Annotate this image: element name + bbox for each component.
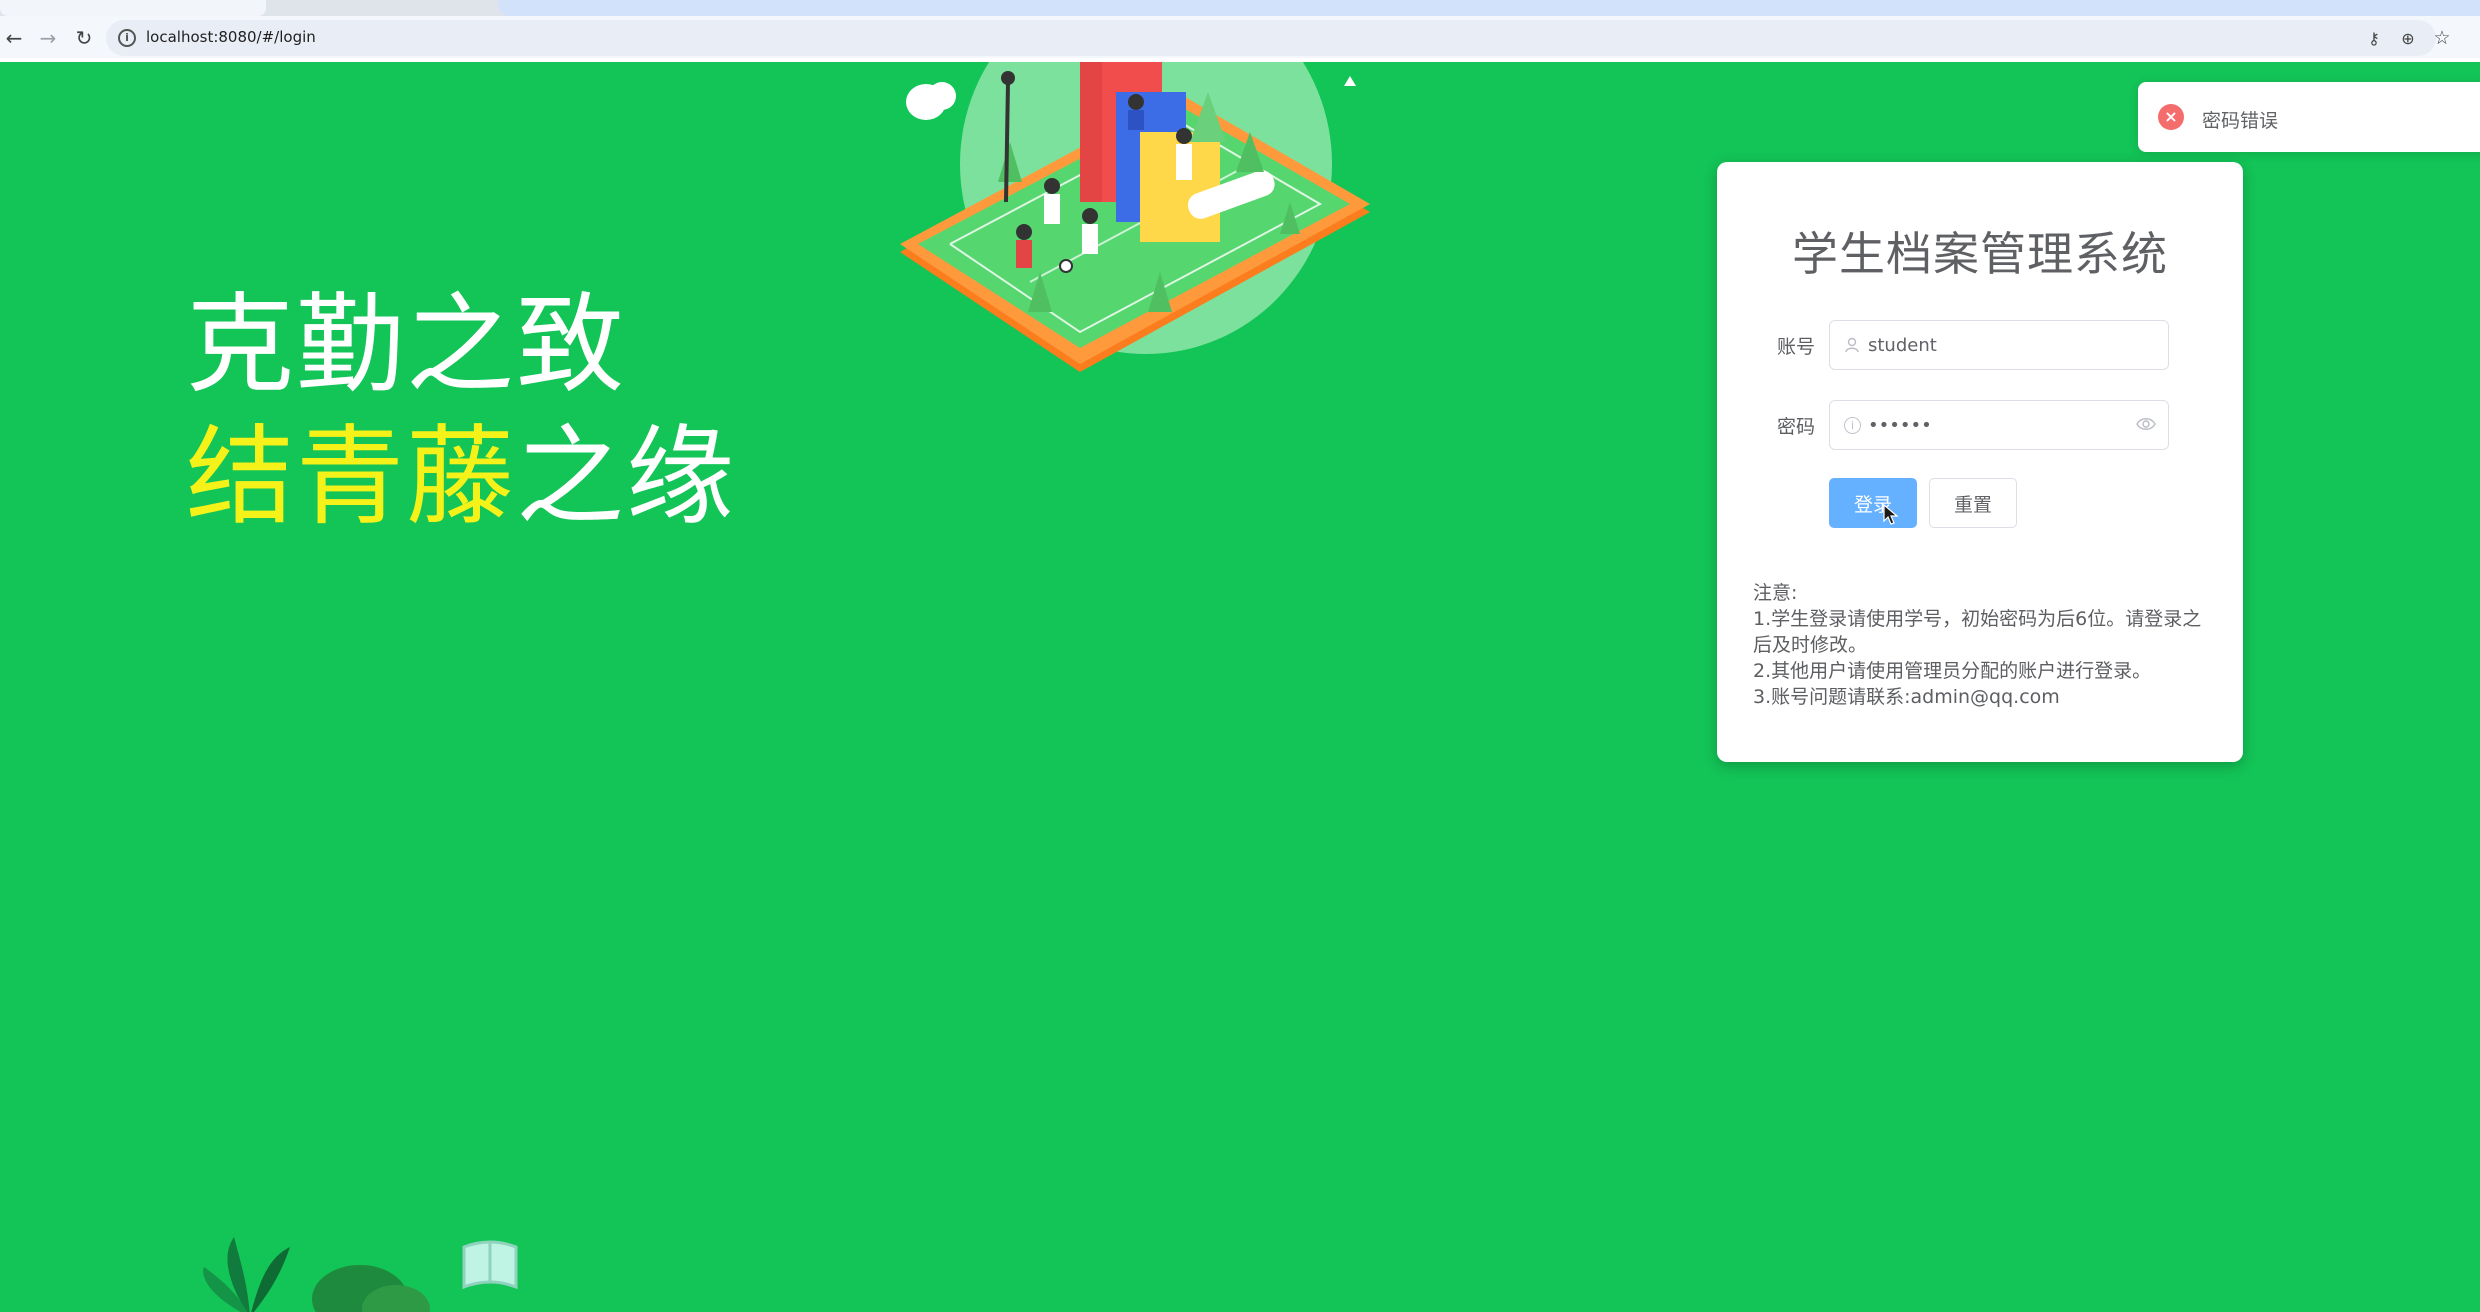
- lock-icon: i: [1844, 417, 1861, 434]
- reset-button[interactable]: 重置: [1929, 478, 2017, 528]
- error-close-circle-icon: ×: [2158, 104, 2184, 130]
- password-input-wrapper[interactable]: i: [1829, 400, 2169, 450]
- forward-arrow-icon[interactable]: →: [34, 24, 62, 52]
- login-page: 克勤之致 结青藤之缘 学生档案管理系统 账号 密码 i 登录 重置: [0, 62, 2480, 1312]
- slogan-line-2: 结青藤之缘: [186, 412, 736, 544]
- note-item: 2.其他用户请使用管理员分配的账户进行登录。: [1753, 660, 2152, 682]
- password-key-icon[interactable]: ⚷: [2362, 26, 2386, 50]
- back-arrow-icon[interactable]: ←: [0, 24, 28, 52]
- browser-tab-strip-empty: [498, 0, 2480, 16]
- note-item: 3.账号问题请联系:admin@qq.com: [1753, 686, 2060, 708]
- browser-tab-active[interactable]: [0, 0, 266, 16]
- zoom-icon[interactable]: ⊕: [2396, 26, 2420, 50]
- address-bar[interactable]: i localhost:8080/#/login ⚷ ⊕ ☆: [106, 20, 2451, 56]
- system-title: 学生档案管理系统: [1792, 227, 2168, 281]
- mouse-cursor-icon: [1883, 504, 1899, 525]
- slogan-line-2-rest: 之缘: [516, 415, 737, 540]
- login-button[interactable]: 登录: [1829, 478, 1917, 528]
- slogan-line-1: 克勤之致: [186, 283, 627, 408]
- plants-decoration: [203, 1237, 518, 1312]
- account-label: 账号: [1777, 336, 1816, 358]
- note-item: 1.学生登录请使用学号，初始密码为后6位。请登录之后及时修改。: [1753, 608, 2202, 656]
- url-text[interactable]: localhost:8080/#/login: [146, 28, 316, 46]
- password-label: 密码: [1777, 416, 1816, 438]
- site-info-icon[interactable]: i: [118, 29, 136, 47]
- browser-toolbar: ← → ↻ i localhost:8080/#/login ⚷ ⊕ ☆: [0, 16, 2480, 60]
- login-notes: 注意: 1.学生登录请使用学号，初始密码为后6位。请登录之后及时修改。 2.其他…: [1753, 580, 2213, 710]
- toast-message: 密码错误: [2202, 110, 2279, 132]
- reload-icon[interactable]: ↻: [70, 24, 98, 52]
- user-icon: [1842, 335, 1862, 355]
- login-card: 学生档案管理系统 账号 密码 i 登录 重置 注意: 1.学生登录请使用学号，初…: [1717, 162, 2243, 762]
- account-input[interactable]: [1868, 321, 2128, 369]
- campus-illustration: [900, 62, 1370, 372]
- account-input-wrapper[interactable]: [1829, 320, 2169, 370]
- slogan: 克勤之致 结青藤之缘: [186, 280, 736, 544]
- show-password-eye-icon[interactable]: [2136, 417, 2156, 431]
- note-heading: 注意:: [1753, 582, 1798, 604]
- password-input[interactable]: [1868, 401, 2128, 449]
- browser-tab-strip: [0, 0, 2480, 16]
- slogan-highlight: 结青藤: [186, 415, 517, 540]
- error-toast: × 密码错误: [2138, 82, 2480, 152]
- bookmark-star-icon[interactable]: ☆: [2430, 26, 2454, 50]
